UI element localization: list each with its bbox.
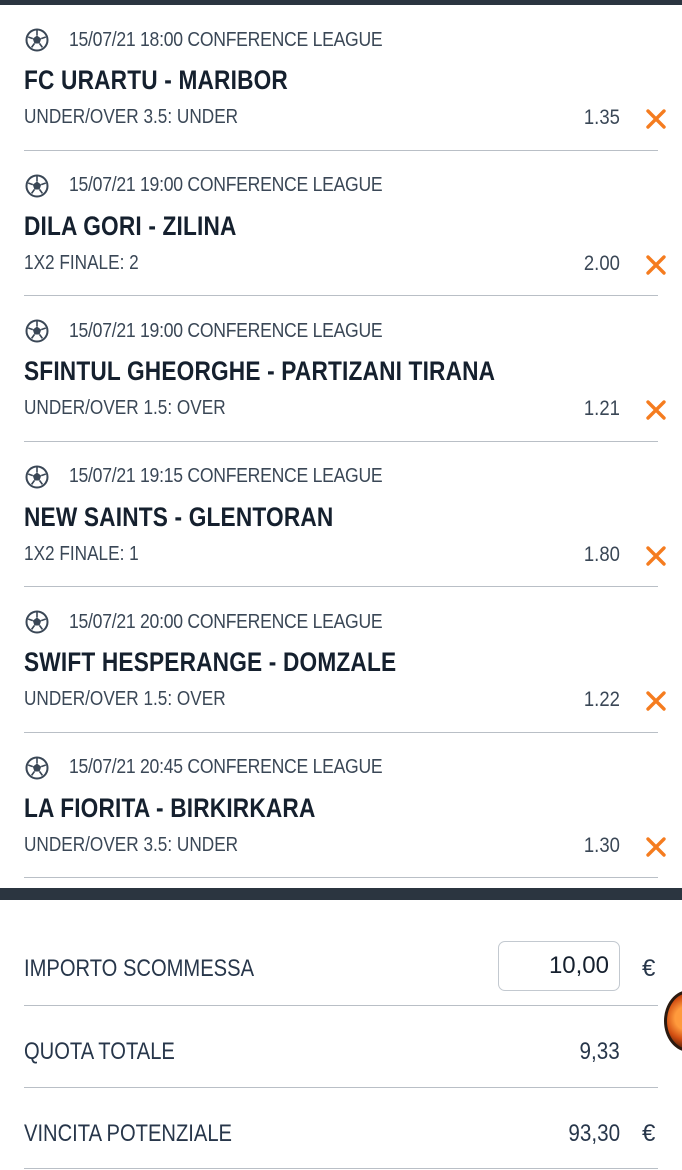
bet-match: DILA GORI - ZILINA (24, 210, 237, 241)
remove-x-icon[interactable] (645, 399, 667, 421)
remove-x-icon[interactable] (645, 254, 667, 276)
bet-item: 15/07/21 19:00 CONFERENCE LEAGUE SFINTUL… (0, 296, 682, 442)
floating-action-button[interactable] (664, 990, 682, 1052)
bet-pick: UNDER/OVER 3.5: UNDER (24, 833, 239, 856)
section-divider-bar (0, 888, 682, 900)
soccer-ball-icon (25, 610, 49, 634)
bet-match: SWIFT HESPERANGE - DOMZALE (24, 647, 397, 677)
bet-datetime-competition: 15/07/21 20:45 CONFERENCE LEAGUE (69, 756, 383, 778)
soccer-ball-icon (25, 756, 49, 779)
remove-x-icon[interactable] (645, 108, 667, 130)
stake-input[interactable] (498, 941, 620, 991)
bet-item: 15/07/21 20:45 CONFERENCE LEAGUE LA FIOR… (0, 733, 682, 878)
divider (24, 1005, 658, 1006)
remove-x-icon[interactable] (645, 545, 667, 567)
bet-slip-list: 15/07/21 18:00 CONFERENCE LEAGUE FC URAR… (0, 5, 682, 878)
bet-datetime-competition: 15/07/21 19:15 CONFERENCE LEAGUE (69, 465, 383, 487)
bet-pick: UNDER/OVER 1.5: OVER (24, 688, 226, 710)
bet-pick: UNDER/OVER 1.5: OVER (24, 397, 226, 419)
stake-currency: € (642, 955, 656, 982)
soccer-ball-icon (25, 174, 49, 197)
bet-pick: 1X2 FINALE: 2 (24, 251, 139, 274)
potential-win-value: 93,30 (568, 1120, 620, 1147)
bet-match: FC URARTU - MARIBOR (24, 65, 288, 95)
total-odds-label: QUOTA TOTALE (24, 1038, 175, 1065)
bet-item: 15/07/21 19:15 CONFERENCE LEAGUE NEW SAI… (0, 442, 682, 587)
bet-item: 15/07/21 20:00 CONFERENCE LEAGUE SWIFT H… (0, 587, 682, 733)
bet-odd: 1.30 (584, 833, 620, 857)
bet-pick: UNDER/OVER 3.5: UNDER (24, 106, 239, 128)
remove-x-icon[interactable] (645, 836, 667, 858)
bet-odd: 1.22 (584, 688, 620, 711)
bet-odd: 2.00 (584, 251, 620, 275)
bet-datetime-competition: 15/07/21 18:00 CONFERENCE LEAGUE (69, 28, 383, 51)
bet-odd: 1.80 (584, 542, 620, 566)
bet-item: 15/07/21 18:00 CONFERENCE LEAGUE FC URAR… (0, 5, 682, 151)
divider (24, 1168, 658, 1169)
bet-match: LA FIORITA - BIRKIRKARA (24, 792, 316, 823)
bet-match: SFINTUL GHEORGHE - PARTIZANI TIRANA (24, 356, 496, 386)
soccer-ball-icon (25, 28, 49, 52)
bet-odd: 1.35 (584, 106, 620, 129)
divider (24, 877, 658, 878)
potential-win-currency: € (642, 1120, 656, 1147)
soccer-ball-icon (25, 319, 49, 343)
bet-match: NEW SAINTS - GLENTORAN (24, 501, 334, 532)
divider (24, 1087, 658, 1088)
bet-datetime-competition: 15/07/21 19:00 CONFERENCE LEAGUE (69, 174, 383, 196)
bet-pick: 1X2 FINALE: 1 (24, 542, 139, 565)
potential-win-label: VINCITA POTENZIALE (24, 1120, 232, 1147)
bet-item: 15/07/21 19:00 CONFERENCE LEAGUE DILA GO… (0, 151, 682, 296)
soccer-ball-icon (25, 465, 49, 488)
bet-datetime-competition: 15/07/21 20:00 CONFERENCE LEAGUE (69, 610, 383, 633)
stake-label: IMPORTO SCOMMESSA (24, 955, 255, 982)
bet-odd: 1.21 (584, 397, 620, 420)
total-odds-value: 9,33 (579, 1038, 620, 1065)
remove-x-icon[interactable] (645, 690, 667, 712)
bet-datetime-competition: 15/07/21 19:00 CONFERENCE LEAGUE (69, 319, 383, 342)
